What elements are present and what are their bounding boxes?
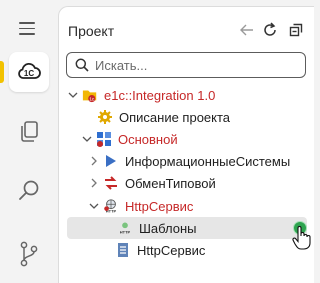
svg-text:1C: 1C [24, 69, 34, 78]
activity-search[interactable] [9, 172, 49, 212]
chevron-right-icon[interactable] [88, 155, 100, 167]
configuration-icon [96, 131, 112, 147]
collapse-all-icon[interactable] [288, 22, 304, 38]
activity-files[interactable] [9, 113, 49, 153]
exchange-plan-icon [103, 175, 119, 191]
tree-label-project: e1c::Integration 1.0 [104, 87, 216, 103]
refresh-icon[interactable] [262, 22, 278, 38]
tree-label-templates: Шаблоны [139, 220, 197, 236]
activity-1c[interactable]: 1C [9, 52, 49, 92]
svg-text:HTTP: HTTP [120, 229, 131, 234]
source-control-icon [18, 241, 40, 270]
chevron-down-icon[interactable] [67, 89, 79, 101]
tree-item-project[interactable]: 1c e1c::Integration 1.0 [67, 84, 215, 106]
search-field-icon [75, 58, 89, 72]
files-icon [18, 120, 40, 147]
tree-item-templates[interactable]: HTTP Шаблоны [67, 217, 311, 250]
hand-cursor-icon [292, 226, 311, 250]
tree-label-info-systems: ИнформационныеСистемы [125, 153, 291, 169]
1c-icon: 1C [16, 61, 42, 84]
module-icon [115, 242, 131, 258]
tree-label-description: Описание проекта [119, 109, 231, 125]
tree-label-exchange: ОбменТиповой [125, 175, 216, 191]
activity-bar: 1C [0, 0, 58, 283]
tree-item-main-config[interactable]: Основной [81, 128, 178, 150]
tree-item-info-systems[interactable]: ИнформационныеСистемы [88, 150, 290, 172]
http-service-icon: HTTP [103, 198, 119, 214]
arrow-left-icon[interactable] [239, 22, 255, 38]
project-folder-icon: 1c [82, 87, 98, 103]
hamburger-menu-icon[interactable] [19, 22, 35, 35]
tree-label-http-service: HttpСервис [125, 198, 194, 214]
tree-item-http-service-child[interactable]: HttpСервис [115, 239, 205, 261]
chevron-right-icon[interactable] [88, 177, 100, 189]
gear-icon [97, 109, 113, 125]
tree-item-exchange[interactable]: ОбменТиповой [88, 172, 216, 194]
project-panel: Проект 1c e1c::Integration 1.0 Описание … [58, 6, 314, 283]
chevron-down-icon[interactable] [81, 133, 93, 145]
enum-icon [103, 153, 119, 169]
chevron-down-icon[interactable] [88, 200, 100, 212]
tree-item-description[interactable]: Описание проекта [97, 106, 230, 128]
tree-item-http-service[interactable]: HTTP HttpСервис [88, 195, 193, 217]
svg-text:1c: 1c [89, 96, 95, 102]
tree-label-main-config: Основной [118, 131, 178, 147]
panel-title: Проект [68, 23, 115, 39]
url-template-icon: HTTP [117, 220, 133, 236]
search-icon [17, 179, 41, 206]
search-box[interactable] [66, 52, 306, 78]
tree-label-http-service-child: HttpСервис [137, 242, 206, 258]
activity-source-control[interactable] [9, 235, 49, 275]
active-indicator [0, 61, 4, 83]
search-input[interactable] [95, 56, 295, 74]
